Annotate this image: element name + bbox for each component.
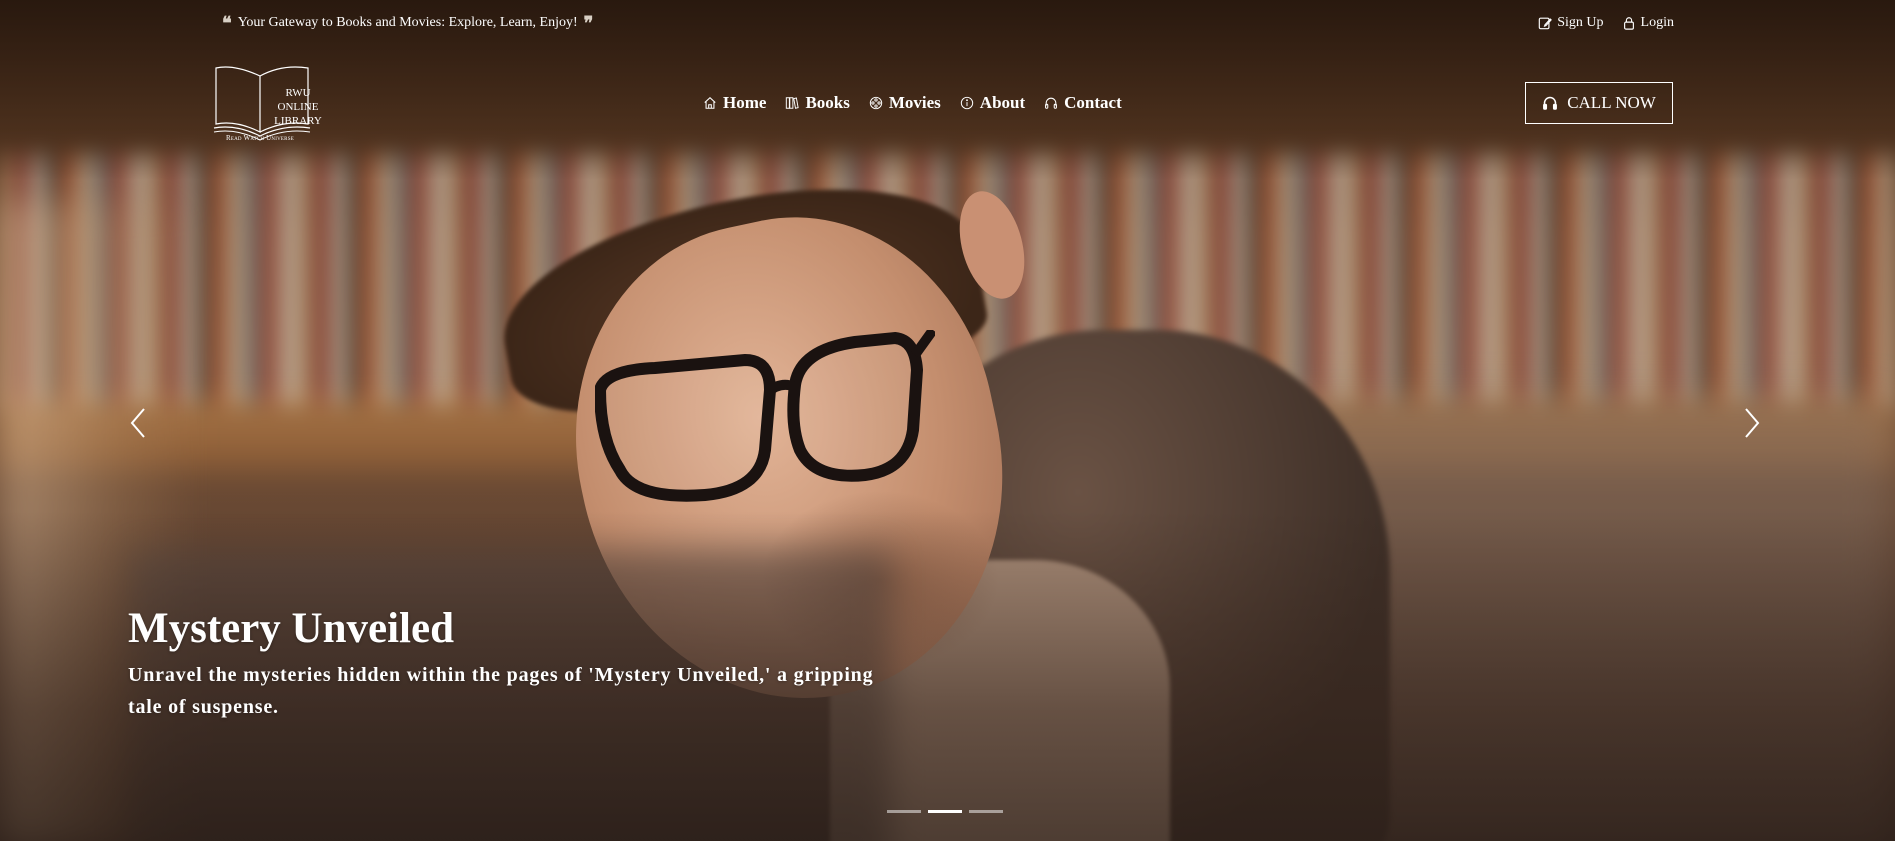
film-reel-icon xyxy=(869,96,883,110)
tagline-text: Your Gateway to Books and Movies: Explor… xyxy=(237,15,578,30)
login-link[interactable]: Login xyxy=(1622,15,1674,31)
top-info-bar: ❝ Your Gateway to Books and Movies: Expl… xyxy=(0,0,1895,48)
call-now-label: CALL NOW xyxy=(1567,93,1656,112)
site-logo[interactable]: RWU ONLINE LIBRARY Read Watch Universe xyxy=(212,62,332,148)
edit-icon xyxy=(1538,17,1553,30)
nav-label-home: Home xyxy=(723,93,767,112)
headphones-icon xyxy=(1543,96,1558,110)
person-glasses xyxy=(595,330,935,502)
carousel-indicators xyxy=(887,810,1003,813)
nav-label-about: About xyxy=(979,93,1026,112)
slide-description: Unravel the mysteries hidden within the … xyxy=(128,664,874,718)
open-quote-icon: ❝ xyxy=(222,13,232,33)
logo-line-3: LIBRARY xyxy=(274,115,322,127)
carousel-next-button[interactable] xyxy=(1740,405,1764,441)
nav-item-home[interactable]: Home xyxy=(703,93,766,113)
logo-wordmark: RWU ONLINE LIBRARY xyxy=(268,86,328,128)
call-now-button[interactable]: CALL NOW xyxy=(1525,82,1673,124)
carousel-indicator-2[interactable] xyxy=(928,810,962,813)
main-nav: Home Books Movies About Contact xyxy=(703,93,1122,113)
logo-line-1: RWU xyxy=(285,87,311,99)
auth-links: Sign Up Login xyxy=(1538,15,1674,31)
signup-label: Sign Up xyxy=(1557,15,1604,30)
slide-caption: Mystery Unveiled Unravel the mysteries h… xyxy=(128,604,888,723)
logo-tagline: Read Watch Universe xyxy=(226,134,294,142)
lock-icon xyxy=(1623,17,1634,30)
nav-label-books: Books xyxy=(805,93,850,112)
headphones-icon xyxy=(1045,97,1058,109)
carousel-prev-button[interactable] xyxy=(126,405,150,441)
hero-carousel: ❝ Your Gateway to Books and Movies: Expl… xyxy=(0,0,1895,841)
carousel-indicator-3[interactable] xyxy=(969,810,1003,813)
nav-item-contact[interactable]: Contact xyxy=(1044,93,1122,113)
nav-label-contact: Contact xyxy=(1064,93,1122,112)
signup-link[interactable]: Sign Up xyxy=(1538,15,1604,31)
slide-title: Mystery Unveiled xyxy=(128,605,455,652)
nav-item-about[interactable]: About xyxy=(960,93,1025,113)
info-icon xyxy=(960,96,973,110)
nav-item-movies[interactable]: Movies xyxy=(869,93,941,113)
carousel-indicator-1[interactable] xyxy=(887,810,921,813)
login-label: Login xyxy=(1640,15,1674,30)
nav-item-books[interactable]: Books xyxy=(785,93,850,113)
books-icon xyxy=(786,97,800,109)
nav-label-movies: Movies xyxy=(888,93,941,112)
site-tagline: ❝ Your Gateway to Books and Movies: Expl… xyxy=(222,13,594,33)
logo-line-2: ONLINE xyxy=(277,101,319,113)
close-quote-icon: ❞ xyxy=(583,13,594,33)
home-icon xyxy=(704,97,716,109)
